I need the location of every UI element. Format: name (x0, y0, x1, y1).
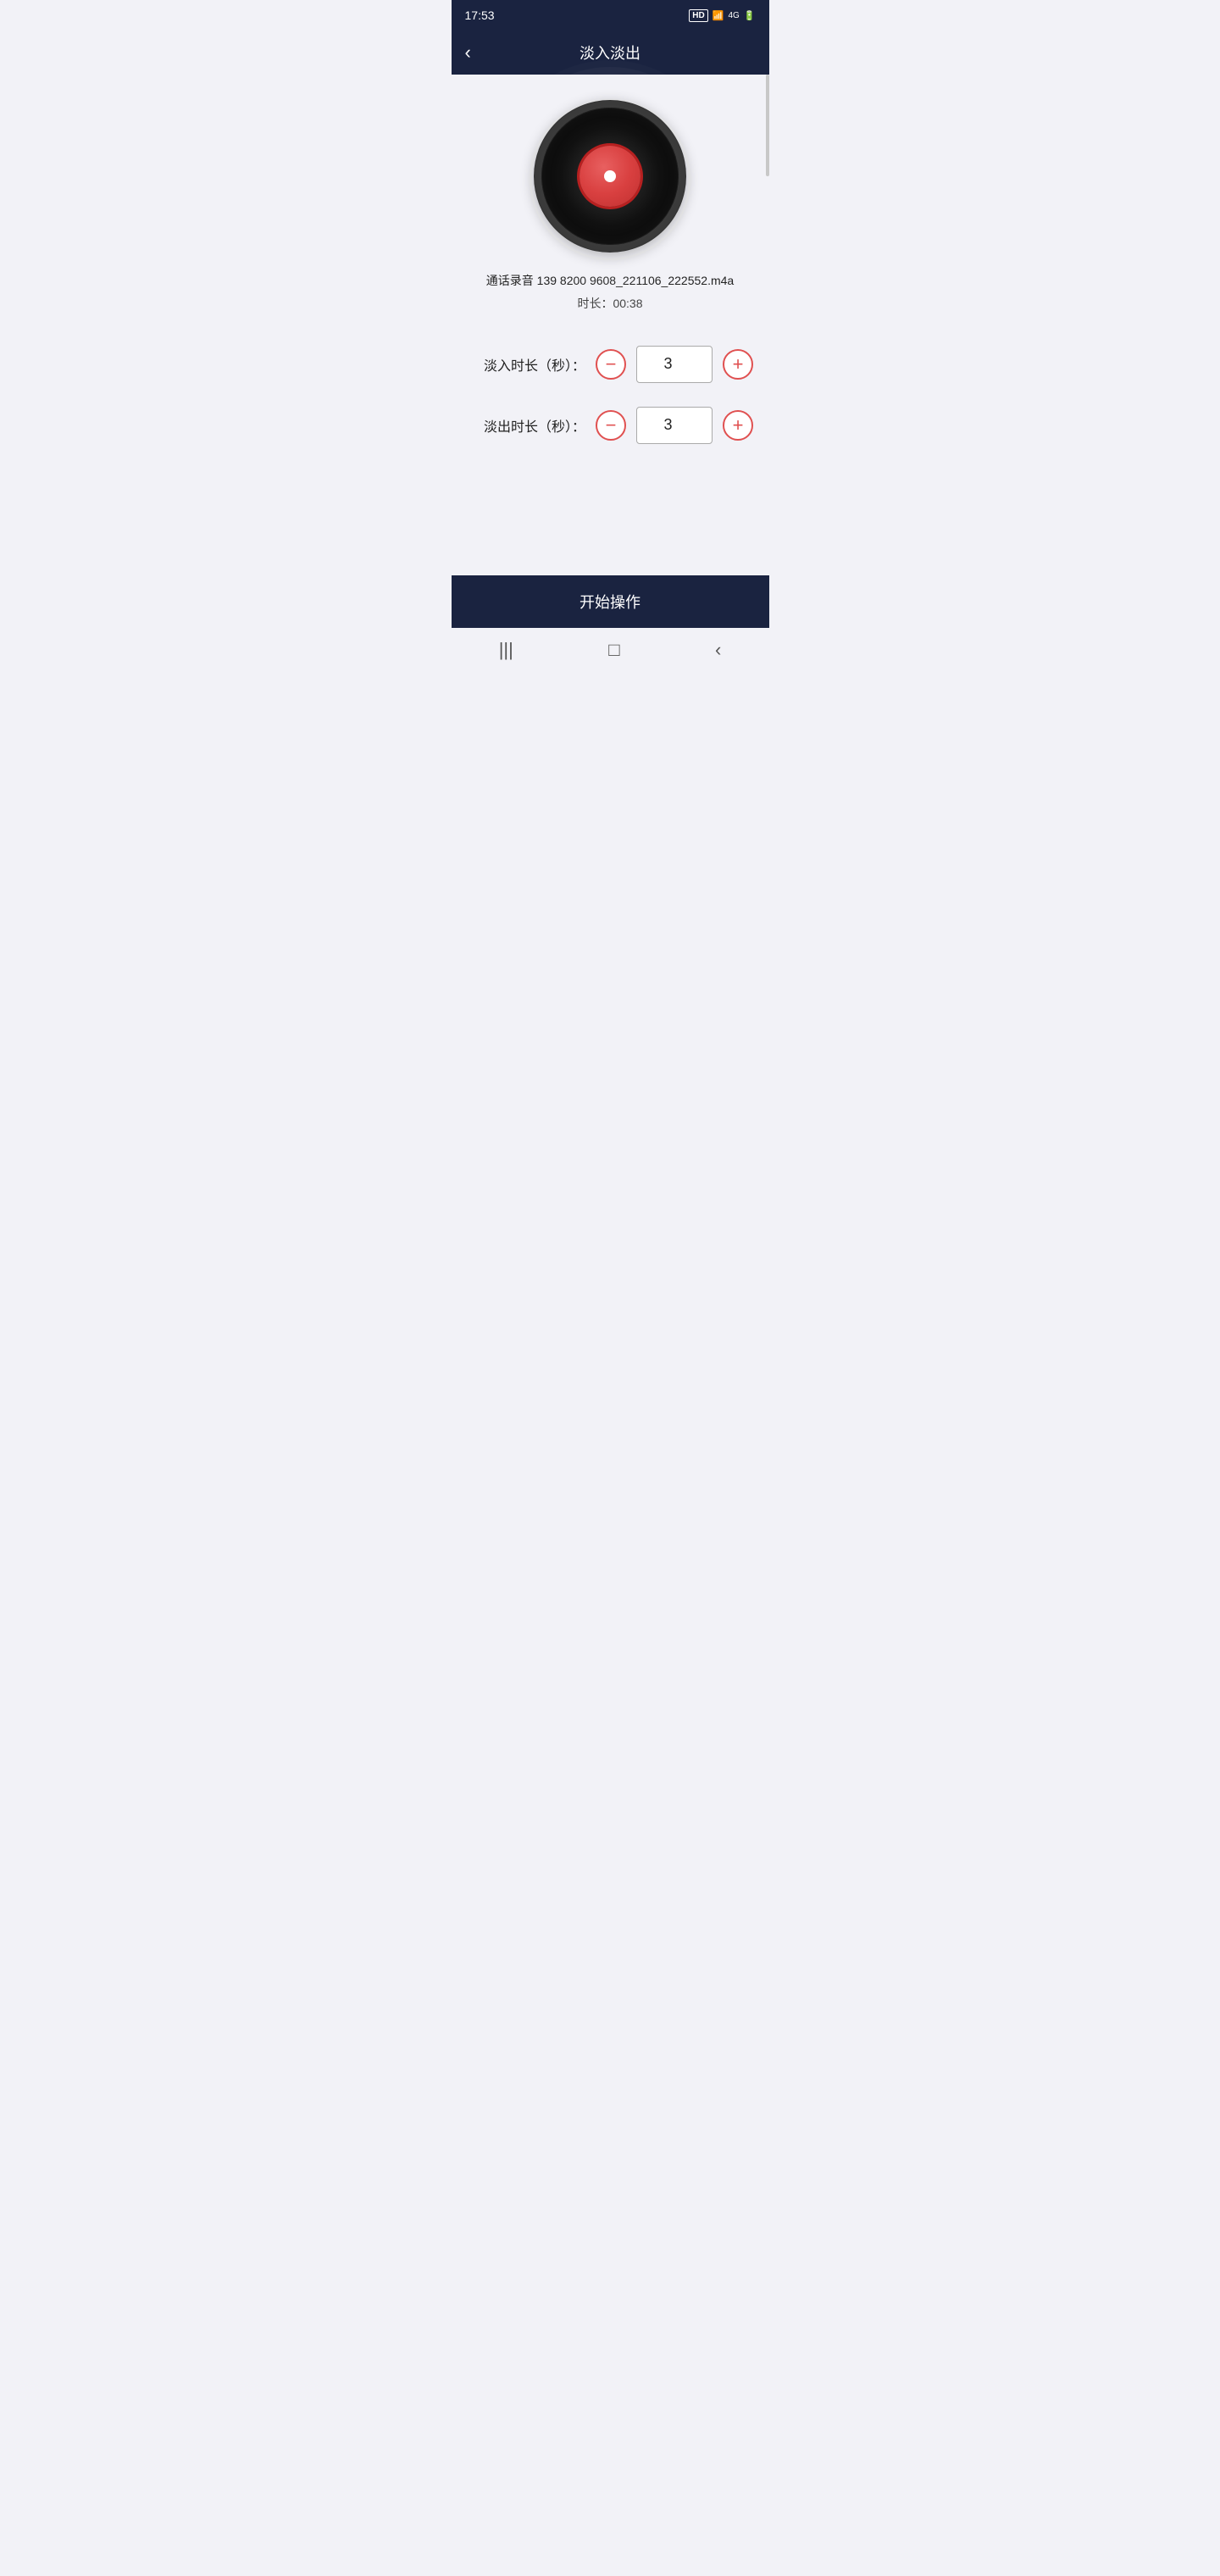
home-nav-icon[interactable]: □ (608, 639, 619, 661)
main-content: 通话录音 139 8200 9608_221106_222552.m4a 时长：… (452, 75, 769, 575)
status-bar: 17:53 HD 📶 4G 🔋 (452, 0, 769, 31)
file-name: 通话录音 139 8200 9608_221106_222552.m4a (486, 273, 734, 290)
fade-out-row: 淡出时长（秒）： − + (469, 407, 752, 444)
page-title: 淡入淡出 (580, 42, 640, 64)
fade-out-decrease-button[interactable]: − (596, 410, 626, 441)
back-button[interactable]: ‹ (465, 43, 471, 62)
fade-in-label: 淡入时长（秒）： (467, 354, 585, 375)
fade-out-label: 淡出时长（秒）： (467, 415, 585, 436)
fade-out-increase-button[interactable]: + (723, 410, 753, 441)
file-duration: 时长：00:38 (577, 295, 642, 312)
vinyl-record (534, 100, 686, 253)
nav-bar: ||| □ ‹ (452, 628, 769, 672)
battery-icon: 🔋 (744, 10, 756, 21)
wifi-icon: 📶 (713, 10, 724, 21)
scroll-indicator (766, 75, 769, 176)
menu-nav-icon[interactable]: ||| (499, 639, 513, 661)
start-button-label: 开始操作 (580, 594, 640, 611)
vinyl-center-label (580, 146, 640, 207)
vinyl-hole (604, 170, 616, 182)
fade-in-decrease-button[interactable]: − (596, 349, 626, 380)
vinyl-disc (534, 100, 686, 253)
signal-icon: 4G (728, 11, 739, 20)
header: ‹ 淡入淡出 (452, 31, 769, 75)
fade-in-increase-button[interactable]: + (723, 349, 753, 380)
start-button[interactable]: 开始操作 (452, 575, 769, 628)
hd-badge: HD (689, 9, 707, 22)
status-time: 17:53 (465, 8, 495, 22)
fade-out-input[interactable] (636, 407, 713, 444)
fade-in-row: 淡入时长（秒）： − + (469, 346, 752, 383)
back-nav-icon[interactable]: ‹ (715, 639, 721, 661)
fade-in-input[interactable] (636, 346, 713, 383)
status-icons: HD 📶 4G 🔋 (689, 9, 755, 22)
